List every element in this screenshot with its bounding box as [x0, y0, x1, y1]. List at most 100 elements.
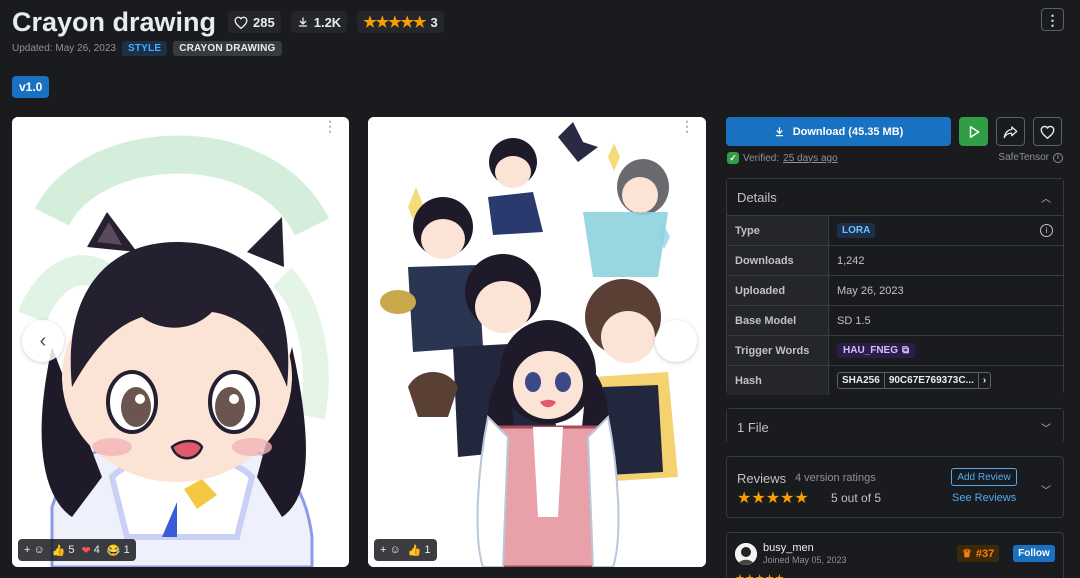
check-shield-icon: ✓ — [727, 152, 739, 164]
meta-row: Updated: May 26, 2023 STYLE CRAYON DRAWI… — [12, 41, 282, 56]
share-button[interactable] — [996, 117, 1025, 146]
creator-joined: Joined May 05, 2023 — [763, 555, 847, 565]
title-row: Crayon drawing 285 1.2K ★★★★★ 3 — [12, 4, 444, 40]
info-icon[interactable]: i — [1053, 152, 1063, 163]
detail-key: Hash — [727, 366, 829, 395]
reviews-count: 4 version ratings — [795, 472, 876, 484]
trigger-word: HAU_FNEG — [843, 345, 899, 356]
chevron-right-icon: › — [672, 329, 680, 352]
rating-stat[interactable]: ★★★★★ 3 — [357, 11, 444, 33]
thumbs-reaction-2[interactable]: 👍 1 — [408, 544, 431, 557]
carousel-next-button[interactable]: › — [655, 320, 697, 362]
verified-date-link[interactable]: 25 days ago — [783, 153, 838, 164]
detail-row-base-model: Base Model SD 1.5 — [727, 305, 1063, 335]
detail-key: Uploaded — [727, 276, 829, 305]
detail-row-uploaded: Uploaded May 26, 2023 — [727, 275, 1063, 305]
downloads-stat: 1.2K — [290, 11, 348, 33]
creator-panel: busy_men Joined May 05, 2023 ♛ #37 Follow… — [726, 532, 1064, 578]
reactions-bar-2: + ☺ 👍 1 — [374, 539, 437, 561]
avatar[interactable] — [735, 543, 757, 565]
follow-button[interactable]: Follow — [1013, 545, 1055, 562]
detail-row-trigger-words: Trigger Words HAU_FNEG ⧉ — [727, 335, 1063, 365]
download-icon — [775, 127, 783, 137]
chevron-left-icon: ‹ — [39, 329, 47, 352]
trigger-word-badge[interactable]: HAU_FNEG ⧉ — [837, 343, 916, 358]
files-label: 1 File — [737, 419, 769, 435]
rank-value: #37 — [975, 547, 995, 560]
details-title: Details — [737, 189, 777, 205]
download-button[interactable]: Download (45.35 MB) — [726, 117, 951, 146]
reviews-panel: Reviews 4 version ratings ★★★★★ 5 out of… — [726, 456, 1064, 518]
rating-stars: ★★★★★ — [363, 13, 426, 31]
detail-key: Base Model — [727, 306, 829, 335]
verified-status: ✓ Verified: 25 days ago — [727, 152, 838, 164]
see-reviews-link[interactable]: See Reviews — [952, 492, 1016, 504]
details-panel: Details ︿ Type LORA i Downloads 1,242 Up… — [726, 178, 1064, 395]
rating-count: 3 — [430, 14, 438, 30]
red-heart-icon: ❤ — [81, 544, 91, 557]
detail-key: Trigger Words — [727, 336, 829, 365]
add-review-button[interactable]: Add Review — [951, 468, 1017, 486]
carousel-prev-button[interactable]: ‹ — [22, 320, 64, 362]
tag-style[interactable]: STYLE — [121, 41, 168, 56]
hash-value[interactable]: 90C67E769373C... — [885, 373, 979, 388]
detail-value: May 26, 2023 — [837, 284, 904, 297]
add-reaction-button[interactable]: + ☺ — [24, 544, 45, 556]
download-icon — [298, 17, 307, 27]
version-tab[interactable]: v1.0 — [12, 76, 50, 98]
hearts-count: 4 — [93, 544, 100, 556]
reviews-stars: ★★★★★ — [737, 490, 809, 507]
reactions-bar: + ☺ 👍 5 ❤ 4 😂 1 — [18, 539, 136, 561]
add-reaction-button-2[interactable]: + ☺ — [380, 544, 401, 556]
laugh-reaction[interactable]: 😂 1 — [107, 544, 130, 557]
thumbs-count-2: 1 — [424, 544, 431, 556]
page-title: Crayon drawing — [12, 6, 217, 37]
hash-type[interactable]: SHA256 — [838, 373, 885, 388]
chevron-down-icon: ﹀ — [1041, 423, 1051, 435]
creator-name[interactable]: busy_men — [763, 542, 814, 554]
tag-crayon-drawing[interactable]: CRAYON DRAWING — [173, 41, 282, 56]
detail-value: 1,242 — [837, 254, 865, 267]
downloads-count: 1.2K — [313, 14, 342, 30]
avatar-image — [735, 543, 757, 565]
more-options-button[interactable]: ⋮ — [1041, 8, 1064, 31]
updated-date: Updated: May 26, 2023 — [12, 43, 116, 54]
detail-value: SD 1.5 — [837, 314, 871, 327]
copy-icon: ⧉ — [902, 345, 910, 356]
thumbs-reaction[interactable]: 👍 5 — [52, 544, 75, 557]
detail-row-downloads: Downloads 1,242 — [727, 245, 1063, 275]
thumbs-up-icon: 👍 — [51, 544, 66, 557]
thumbs-count: 5 — [68, 544, 75, 556]
kebab-icon: ⋮ — [1045, 11, 1060, 28]
detail-row-type: Type LORA i — [727, 215, 1063, 245]
chevron-up-icon: ︿ — [1041, 193, 1051, 205]
info-icon[interactable]: i — [1040, 224, 1053, 237]
run-button[interactable] — [959, 117, 988, 146]
detail-key: Downloads — [727, 246, 829, 275]
chevron-down-icon[interactable]: ﹀ — [1041, 482, 1051, 497]
details-header[interactable]: Details ︿ — [727, 179, 1063, 215]
rank-badge: ♛ #37 — [957, 545, 1000, 562]
detail-key: Type — [727, 216, 829, 245]
chevron-right-icon[interactable]: › — [979, 373, 990, 388]
heart-icon — [1040, 125, 1055, 139]
type-badge: LORA — [837, 223, 876, 238]
image-menu-icon[interactable]: ⋮ — [323, 119, 337, 133]
play-icon — [969, 125, 979, 138]
image-menu-icon-2[interactable]: ⋮ — [680, 119, 694, 133]
laugh-icon: 😂 — [106, 544, 121, 557]
favorite-button[interactable] — [1033, 117, 1062, 146]
files-header[interactable]: 1 File ﹀ — [727, 409, 1063, 445]
detail-row-hash: Hash SHA256 90C67E769373C... › — [727, 365, 1063, 395]
creator-stars: ★★★★★ — [735, 572, 784, 578]
likes-stat[interactable]: 285 — [228, 11, 281, 33]
files-panel[interactable]: 1 File ﹀ — [726, 408, 1064, 445]
reviews-title: Reviews — [737, 471, 787, 486]
verified-prefix: Verified: — [743, 152, 780, 164]
hash-box[interactable]: SHA256 90C67E769373C... › — [837, 372, 992, 389]
download-label: Download (45.35 MB) — [792, 125, 904, 138]
heart-reaction[interactable]: ❤ 4 — [82, 544, 100, 557]
laugh-count: 1 — [123, 544, 130, 556]
share-icon — [1003, 125, 1018, 138]
reviews-score: 5 out of 5 — [831, 491, 882, 505]
